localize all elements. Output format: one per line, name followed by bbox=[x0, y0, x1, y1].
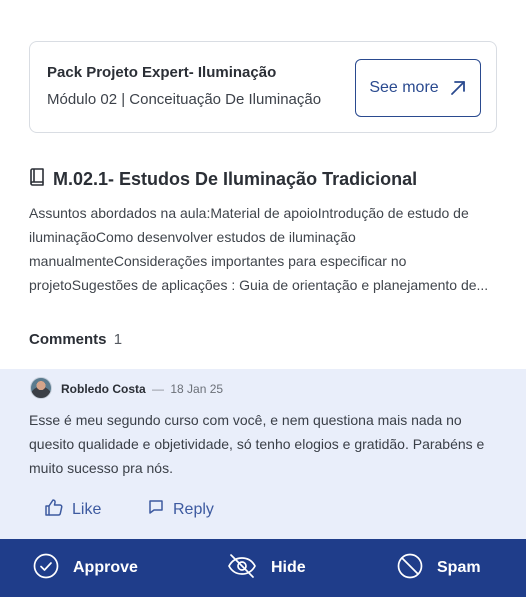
reply-button[interactable]: Reply bbox=[148, 499, 214, 520]
lesson-description: Assuntos abordados na aula:Material de a… bbox=[29, 205, 489, 293]
like-button[interactable]: Like bbox=[45, 499, 101, 521]
comment-author: Robledo Costa bbox=[61, 382, 146, 396]
block-icon bbox=[397, 553, 423, 584]
comment-text: Esse é meu segundo curso com você, e nem… bbox=[29, 412, 485, 476]
check-circle-icon bbox=[33, 553, 59, 584]
comment-item: Robledo Costa — 18 Jan 25 Esse é meu seg… bbox=[0, 369, 526, 539]
comments-label: Comments bbox=[29, 331, 107, 348]
see-more-button[interactable]: See more bbox=[355, 59, 481, 117]
thumbs-up-icon bbox=[45, 499, 63, 521]
course-card: Pack Projeto Expert- Iluminação Módulo 0… bbox=[29, 41, 497, 133]
comments-count: 1 bbox=[113, 331, 123, 348]
reply-icon bbox=[148, 499, 164, 520]
lesson-title: M.02.1- Estudos De Iluminação Tradiciona… bbox=[53, 169, 418, 189]
hide-button[interactable]: Hide bbox=[227, 539, 306, 597]
course-title: Pack Projeto Expert- Iluminação bbox=[47, 64, 277, 81]
comments-header: Comments 1 bbox=[29, 331, 122, 348]
approve-button[interactable]: Approve bbox=[33, 539, 138, 597]
book-icon bbox=[29, 168, 45, 191]
hide-label: Hide bbox=[271, 559, 306, 576]
course-module: Módulo 02 | Conceituação De Iluminação bbox=[47, 91, 322, 108]
comment-meta: Robledo Costa — 18 Jan 25 bbox=[61, 382, 223, 396]
comment-date: 18 Jan 25 bbox=[170, 382, 224, 396]
arrow-up-right-icon bbox=[449, 79, 467, 97]
moderation-bar: Approve Hide Spam bbox=[0, 539, 526, 597]
lesson-header: M.02.1- Estudos De Iluminação Tradiciona… bbox=[29, 168, 417, 191]
eye-off-icon bbox=[227, 553, 257, 584]
approve-label: Approve bbox=[73, 559, 138, 576]
avatar bbox=[30, 377, 52, 399]
reply-label: Reply bbox=[173, 500, 214, 518]
spam-label: Spam bbox=[437, 559, 481, 576]
comment-separator: — bbox=[152, 382, 165, 396]
like-label: Like bbox=[72, 501, 102, 518]
spam-button[interactable]: Spam bbox=[397, 539, 481, 597]
see-more-label: See more bbox=[369, 79, 439, 96]
